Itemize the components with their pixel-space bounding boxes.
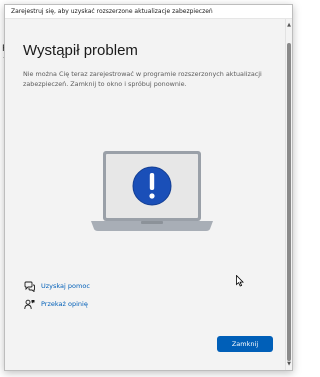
page-title: Wystąpił problem	[23, 42, 138, 59]
give-feedback-label: Przekaż opinię	[41, 300, 88, 308]
give-feedback-link[interactable]: Przekaż opinię	[23, 298, 88, 310]
scrollbar-thumb[interactable]	[287, 43, 291, 361]
close-button[interactable]: Zamknij	[217, 336, 273, 352]
vertical-scrollbar[interactable]: ▲ ▼	[285, 19, 292, 370]
get-help-link[interactable]: Uzyskaj pomoc	[23, 280, 90, 292]
esu-enrollment-dialog: Zarejestruj się, aby uzyskać rozszerzone…	[4, 4, 293, 371]
help-chat-icon	[23, 280, 35, 292]
scroll-down-icon[interactable]: ▼	[286, 360, 292, 368]
dialog-content: Wystąpił problem Nie można Cię teraz zar…	[5, 19, 286, 370]
error-description: Nie można Cię teraz zarejestrować w prog…	[23, 70, 262, 88]
feedback-person-icon	[23, 298, 35, 310]
dialog-title: Zarejestruj się, aby uzyskać rozszerzone…	[11, 8, 213, 15]
scroll-up-icon[interactable]: ▲	[286, 21, 292, 29]
get-help-label: Uzyskaj pomoc	[41, 282, 90, 290]
laptop-warning-icon	[89, 149, 215, 235]
mouse-pointer-icon	[236, 272, 244, 287]
dialog-titlebar[interactable]: Zarejestruj się, aby uzyskać rozszerzone…	[5, 5, 292, 19]
